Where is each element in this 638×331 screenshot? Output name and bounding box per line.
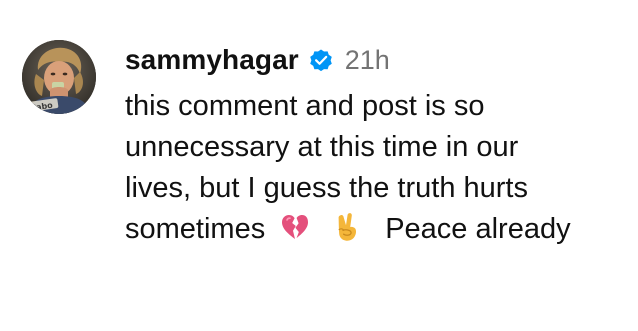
broken-heart-emoji — [279, 211, 311, 243]
comment-line-4: sometimes Peace already — [125, 209, 625, 250]
comment-timestamp[interactable]: 21h — [345, 45, 390, 76]
comment-line-3: lives, but I guess the truth hurts — [125, 172, 528, 204]
comment-header: sammyhagar 21h — [125, 34, 625, 86]
username-link[interactable]: sammyhagar — [125, 44, 299, 76]
comment-line-2: unnecessary at this time in our — [125, 131, 519, 163]
avatar[interactable]: Cabo — [22, 40, 96, 114]
comment-line-4-end: Peace already — [385, 213, 571, 245]
comment-body: sammyhagar 21h this comment and post is … — [125, 34, 625, 250]
comment-line-4-start: sometimes — [125, 213, 266, 245]
comment-line-1: this comment and post is so — [125, 90, 485, 122]
verified-badge-icon — [308, 47, 334, 73]
avatar-image: Cabo — [22, 40, 96, 114]
comment-text: this comment and post is so unnecessary … — [125, 86, 625, 250]
victory-hand-emoji — [331, 211, 363, 243]
comment-item: Cabo sammyhagar 21h this comment and pos… — [22, 34, 622, 254]
